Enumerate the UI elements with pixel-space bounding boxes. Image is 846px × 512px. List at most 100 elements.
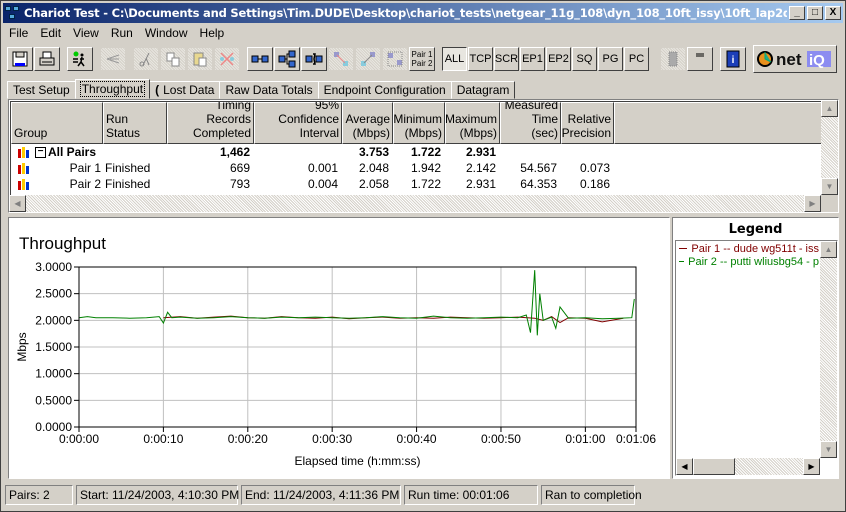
paste-icon — [193, 52, 207, 67]
col-header-group[interactable]: Group — [11, 102, 103, 144]
chart-title: Throughput — [19, 234, 106, 253]
min-cell: 1.722 — [410, 177, 441, 191]
delete-x-icon — [220, 52, 234, 66]
col-header-average[interactable]: Average (Mbps) — [342, 102, 393, 144]
legend-swatch — [679, 261, 685, 262]
paste-button[interactable] — [187, 47, 213, 71]
legend-item-pair-2[interactable]: Pair 2 -- putti wliusbg54 - p — [679, 255, 819, 268]
col-header-run-status[interactable]: Run Status — [103, 102, 167, 144]
floppy-disk-icon — [12, 51, 28, 67]
pair-toggle-button[interactable]: Pair 1 Pair 2 — [409, 47, 435, 71]
info-button[interactable]: i — [720, 47, 746, 71]
scroll-up-button[interactable]: ▲ — [821, 100, 838, 117]
filter-ep2-button[interactable]: EP2 — [546, 47, 571, 71]
y-tick-label: 0.5000 — [35, 393, 72, 407]
tab-strip: Test Setup Throughput (Lost Data Raw Dat… — [7, 79, 516, 99]
menu-window[interactable]: Window — [139, 26, 194, 40]
col-header-filler — [614, 102, 821, 144]
status-start-time: Start: 11/24/2003, 4:10:30 PM — [76, 485, 239, 505]
header-text: Precision — [561, 126, 611, 140]
close-button[interactable]: X — [825, 6, 841, 20]
legend-horizontal-scrollbar[interactable]: ◀ ▶ — [676, 458, 820, 475]
header-text: Run Status — [106, 112, 141, 140]
tab-throughput[interactable]: Throughput — [74, 79, 151, 99]
table-row-pair-2[interactable]: Pair 2 Finished 793 0.004 2.058 1.722 2.… — [11, 176, 821, 192]
legend-scroll-down-button[interactable]: ▼ — [820, 441, 837, 458]
legend-scroll-right-button[interactable]: ▶ — [803, 458, 820, 475]
cut-button[interactable] — [133, 47, 159, 71]
stop-button[interactable] — [100, 47, 126, 71]
list-view-button[interactable] — [687, 47, 713, 71]
window-title: Chariot Test - C:\Documents and Settings… — [24, 6, 787, 20]
legend-item-pair-1[interactable]: Pair 1 -- dude wg511t - iss — [679, 242, 819, 255]
maximize-button[interactable]: □ — [807, 6, 823, 20]
min-cell: 1.942 — [410, 161, 441, 175]
collapse-toggle[interactable]: − — [35, 146, 46, 158]
save-button[interactable] — [7, 47, 33, 71]
table-vertical-scrollbar[interactable]: ▲ ▼ — [821, 100, 838, 195]
netiq-logo-button[interactable]: net iQ — [753, 45, 837, 73]
run-button[interactable] — [67, 47, 93, 71]
tab-lost-data[interactable]: (Lost Data — [149, 81, 221, 99]
filter-tcp-button[interactable]: TCP — [468, 47, 493, 71]
avg-cell: 3.753 — [358, 145, 389, 159]
swap-pair-button[interactable] — [355, 47, 381, 71]
tab-datagram[interactable]: Datagram — [450, 81, 516, 99]
filter-scr-button[interactable]: SCR — [494, 47, 519, 71]
menu-run[interactable]: Run — [105, 26, 139, 40]
max-cell: 2.931 — [465, 177, 496, 191]
table-row-pair-1[interactable]: Pair 1 Finished 669 0.001 2.048 1.942 2.… — [11, 160, 821, 176]
scroll-down-button[interactable]: ▼ — [821, 178, 838, 195]
col-header-relative-precision[interactable]: Relative Precision — [561, 102, 614, 144]
series-layer — [78, 270, 635, 336]
filter-all-button[interactable]: ALL — [442, 47, 467, 71]
filter-pg-button[interactable]: PG — [598, 47, 623, 71]
menu-file[interactable]: File — [3, 26, 34, 40]
legend-pane: Legend Pair 1 -- dude wg511t - iss Pair … — [672, 217, 839, 479]
filter-sq-button[interactable]: SQ — [572, 47, 597, 71]
copy-button[interactable] — [160, 47, 186, 71]
run-status-cell: Finished — [105, 161, 151, 175]
menu-help[interactable]: Help — [194, 26, 231, 40]
col-header-maximum[interactable]: Maximum (Mbps) — [445, 102, 500, 144]
scroll-left-button[interactable]: ◀ — [9, 195, 26, 212]
legend-scroll-left-button[interactable]: ◀ — [676, 458, 693, 475]
group-name: Pair 2 — [69, 177, 101, 191]
scroll-right-button[interactable]: ▶ — [804, 195, 821, 212]
group-pair-button[interactable] — [382, 47, 408, 71]
legend-label: Pair 1 -- dude wg511t - iss — [691, 242, 819, 255]
legend-swatch — [679, 248, 688, 249]
table-horizontal-scrollbar[interactable]: ◀ ▶ — [9, 195, 821, 212]
minimize-button[interactable]: _ — [789, 6, 805, 20]
scroll-corner — [821, 195, 838, 212]
avg-cell: 2.058 — [358, 177, 389, 191]
print-button[interactable] — [34, 47, 60, 71]
add-voip-pair-button[interactable] — [301, 47, 327, 71]
col-header-measured-time[interactable]: Measured Time (sec) — [500, 102, 561, 144]
col-header-confidence[interactable]: 95% Confidence Interval — [254, 102, 342, 144]
col-header-timing-records[interactable]: Timing Records Completed — [167, 102, 254, 144]
menu-view[interactable]: View — [67, 26, 105, 40]
x-axis-ticks: 0:00:00 0:00:10 0:00:20 0:00:30 0:00:40 0:00:… — [59, 427, 656, 446]
group-cell: − All Pairs — [11, 144, 103, 160]
legend-scroll-thumb[interactable] — [693, 458, 735, 475]
grid-view-button[interactable] — [660, 47, 686, 71]
tab-test-setup[interactable]: Test Setup — [7, 81, 76, 99]
ci-cell — [254, 144, 342, 160]
filter-pc-button[interactable]: PC — [624, 47, 649, 71]
menu-edit[interactable]: Edit — [34, 26, 67, 40]
col-header-minimum[interactable]: Minimum (Mbps) — [393, 102, 445, 144]
filter-ep1-button[interactable]: EP1 — [520, 47, 545, 71]
edit-pair-button[interactable] — [328, 47, 354, 71]
header-text: Average — [345, 112, 390, 126]
legend-scroll-up-button[interactable]: ▲ — [820, 241, 837, 258]
delete-button[interactable] — [214, 47, 240, 71]
add-multicast-button[interactable] — [274, 47, 300, 71]
x-tick-label: 0:00:00 — [59, 432, 99, 446]
table-row-all-pairs[interactable]: − All Pairs 1,462 3.753 1.722 2.931 — [11, 144, 821, 160]
add-pair-button[interactable] — [247, 47, 273, 71]
legend-vertical-scrollbar[interactable]: ▲ ▼ — [820, 241, 837, 458]
tab-endpoint-configuration[interactable]: Endpoint Configuration — [317, 81, 452, 99]
x-tick-label: 0:00:40 — [397, 432, 437, 446]
tab-raw-data-totals[interactable]: Raw Data Totals — [219, 81, 319, 99]
